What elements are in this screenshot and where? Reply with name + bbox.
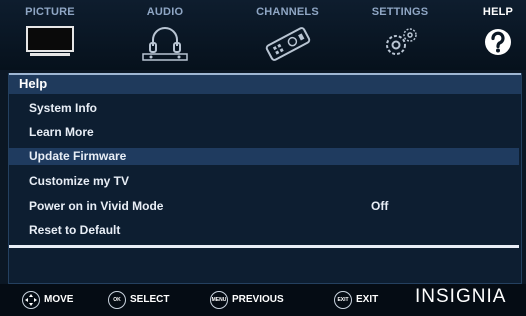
menu-item-label: Learn More xyxy=(29,125,94,139)
question-icon xyxy=(485,29,511,55)
panel-title: Help xyxy=(19,76,48,91)
headphones-icon xyxy=(142,27,188,61)
menu-item-power-on-vivid-mode[interactable]: Power on in Vivid Mode Off xyxy=(9,198,519,215)
menu-item-reset-to-default[interactable]: Reset to Default xyxy=(9,222,519,239)
panel-title-bar: Help xyxy=(9,73,521,94)
tab-label: PICTURE xyxy=(25,6,75,18)
hint-label: SELECT xyxy=(130,294,170,305)
tab-audio[interactable]: AUDIO xyxy=(120,0,210,70)
tv-icon xyxy=(26,26,74,56)
tab-label: HELP xyxy=(482,6,514,18)
ok-button-icon: OK xyxy=(108,291,126,309)
tab-label: AUDIO xyxy=(146,6,184,18)
hint-label: PREVIOUS xyxy=(232,294,284,305)
tab-picture[interactable]: PICTURE xyxy=(0,0,100,70)
exit-button-icon: EXIT xyxy=(334,291,352,309)
hint-label: EXIT xyxy=(356,294,379,305)
gears-icon xyxy=(386,28,417,55)
menu-item-label: Power on in Vivid Mode xyxy=(29,199,164,213)
menu-item-value: Off xyxy=(371,199,389,213)
hint-label: MOVE xyxy=(44,294,74,305)
tab-label: CHANNELS xyxy=(256,6,319,18)
menu-item-system-info[interactable]: System Info xyxy=(9,100,519,117)
help-menu-panel: Help System Info Learn More Update Firmw… xyxy=(8,73,522,284)
menu-tab-bar: PICTURE AUDIO CHANNELS SETTINGS HELP xyxy=(0,0,526,70)
menu-item-label: Reset to Default xyxy=(29,223,121,237)
menu-item-label: System Info xyxy=(29,101,98,115)
menu-button-icon: MENU xyxy=(210,291,228,309)
brand-logo: INSIGNIA xyxy=(415,286,507,307)
menu-item-label: Customize my TV xyxy=(29,174,130,188)
remote-icon xyxy=(265,27,310,61)
tab-settings[interactable]: SETTINGS xyxy=(355,0,445,70)
menu-item-customize-tv[interactable]: Customize my TV xyxy=(9,173,519,190)
panel-divider xyxy=(9,245,519,248)
menu-item-learn-more[interactable]: Learn More xyxy=(9,124,519,141)
tab-label: SETTINGS xyxy=(371,6,429,18)
tab-channels[interactable]: CHANNELS xyxy=(240,0,335,70)
menu-item-label: Update Firmware xyxy=(29,149,127,163)
dpad-icon xyxy=(22,291,40,309)
menu-item-update-firmware[interactable]: Update Firmware xyxy=(9,148,519,165)
tab-help[interactable]: HELP xyxy=(470,0,526,70)
